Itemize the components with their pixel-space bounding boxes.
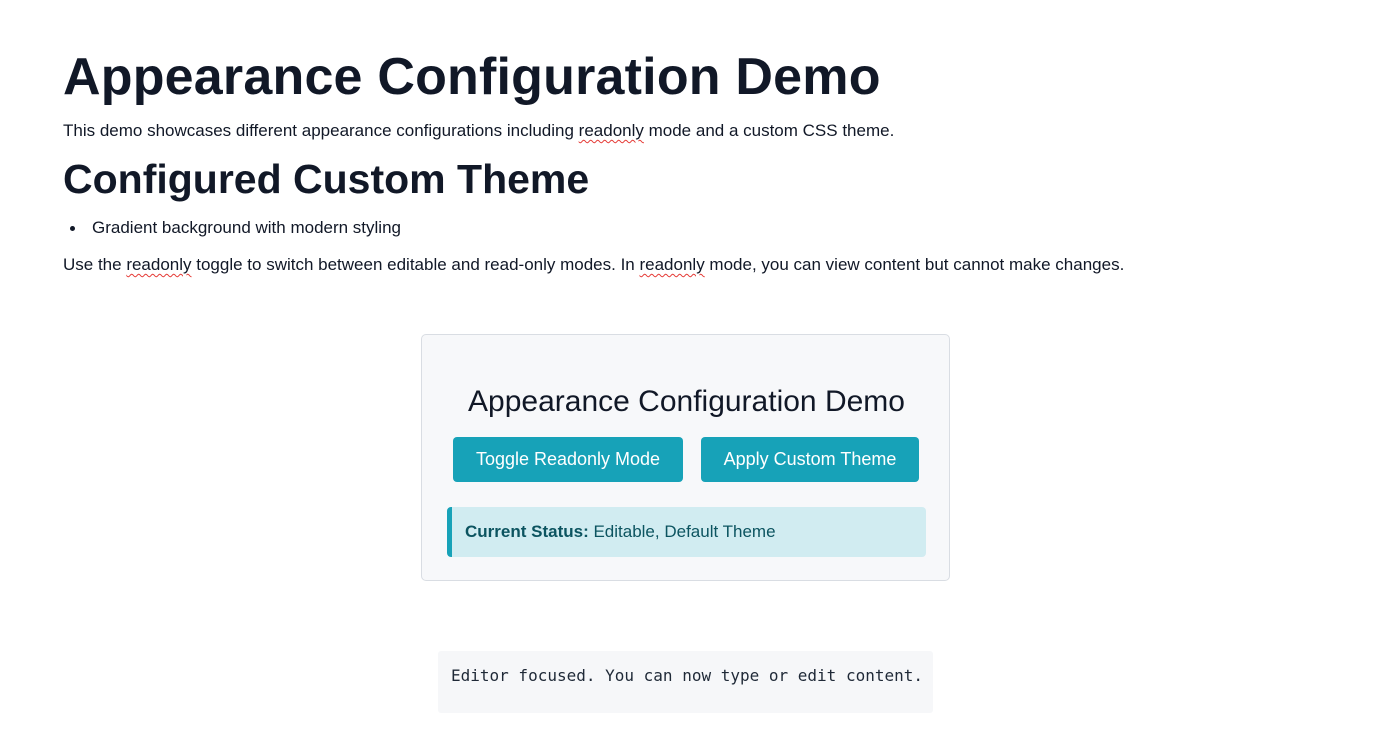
intro-paragraph: This demo showcases different appearance… (63, 119, 894, 143)
usage-paragraph: Use the readonly toggle to switch betwee… (63, 253, 1124, 277)
intro-text-after: mode and a custom CSS theme. (643, 121, 895, 140)
usage-text-2: toggle to switch between editable and re… (191, 255, 640, 274)
spellcheck-flagged-word: readonly (126, 255, 192, 274)
status-box: Current Status: Editable, Default Theme (447, 507, 926, 557)
usage-text-1: Use the (63, 255, 127, 274)
status-label: Current Status: (465, 522, 589, 541)
apply-custom-theme-button[interactable]: Apply Custom Theme (701, 437, 919, 482)
toggle-readonly-button[interactable]: Toggle Readonly Mode (453, 437, 683, 482)
page-title: Appearance Configuration Demo (63, 48, 881, 106)
intro-text-before: This demo showcases different appearance… (63, 121, 579, 140)
feature-list: Gradient background with modern styling (63, 216, 401, 240)
section-title: Configured Custom Theme (63, 156, 590, 202)
event-log-output: Editor focused. You can now type or edit… (438, 651, 933, 713)
demo-page: Appearance Configuration Demo This demo … (0, 0, 1392, 742)
demo-card-title: Appearance Configuration Demo (468, 385, 905, 418)
demo-card: Appearance Configuration Demo Toggle Rea… (421, 334, 950, 581)
usage-text-3: mode, you can view content but cannot ma… (704, 255, 1125, 274)
spellcheck-flagged-word: readonly (578, 121, 644, 140)
status-value: Editable, Default Theme (588, 522, 776, 541)
spellcheck-flagged-word: readonly (639, 255, 705, 274)
feature-list-item: Gradient background with modern styling (63, 216, 401, 240)
